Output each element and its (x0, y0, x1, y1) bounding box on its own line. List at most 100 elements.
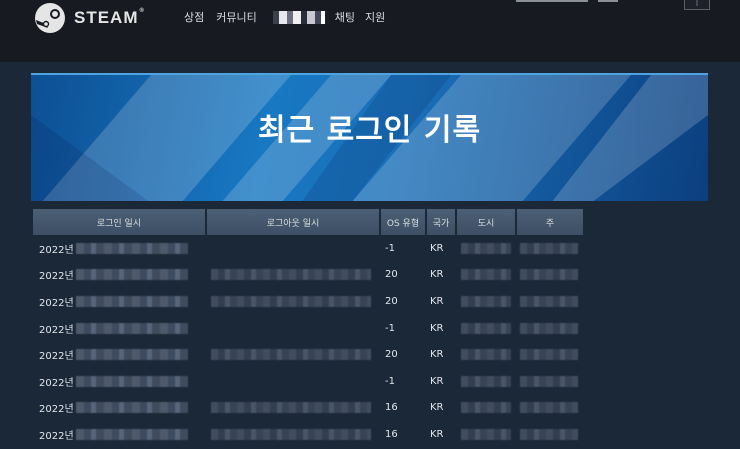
login-year: 2022년 (39, 430, 74, 442)
login-year: 2022년 (39, 297, 74, 309)
cell-os-type: 20 (385, 295, 398, 307)
nav-store[interactable]: 상점 (184, 9, 204, 25)
redacted-state (520, 402, 578, 414)
column-header-country: 국가 (427, 209, 455, 235)
login-history-table: 로그인 일시 로그아웃 일시 OS 유형 국가 도시 주 2022년 -1 KR 20… (33, 209, 585, 448)
redacted-state (520, 242, 578, 254)
cell-city (457, 395, 515, 422)
cell-logout-time (207, 235, 379, 262)
cell-state (517, 235, 583, 262)
cell-logout-time (207, 315, 379, 342)
redacted-city (461, 269, 511, 281)
cell-country: KR (430, 242, 444, 254)
nav-chat[interactable]: 채팅 (335, 9, 355, 25)
cell-login-time: 2022년 (33, 288, 205, 315)
nav-community[interactable]: 커뮤니티 (216, 9, 256, 25)
redacted-state (520, 349, 578, 361)
main-nav: 상점 커뮤니티 채팅 지원 (184, 9, 397, 25)
cell-city (457, 421, 515, 448)
redacted-login-time (75, 349, 188, 361)
redacted-city (461, 322, 511, 334)
page-title: 최근 로그인 기록 (257, 113, 482, 148)
cell-os-type: -1 (385, 375, 395, 387)
table-row: 2022년 16 KR (33, 421, 585, 448)
redacted-city (461, 375, 511, 387)
cell-state (517, 288, 583, 315)
redacted-logout-time (211, 428, 371, 440)
table-row: 2022년 20 KR (33, 288, 585, 315)
redacted-login-time (75, 375, 188, 387)
column-header-state: 주 (517, 209, 583, 235)
table-row: 2022년 -1 KR (33, 235, 585, 262)
redacted-login-time (75, 242, 188, 254)
cell-state (517, 368, 583, 395)
table-row: 2022년 20 KR (33, 262, 585, 289)
redacted-state (520, 375, 578, 387)
cell-state (517, 341, 583, 368)
cell-logout-time (207, 421, 379, 448)
redacted-logout-time (211, 349, 371, 361)
redacted-login-time (75, 322, 188, 334)
login-year: 2022년 (39, 351, 74, 363)
cell-login-time: 2022년 (33, 421, 205, 448)
nav-support[interactable]: 지원 (365, 9, 385, 25)
redacted-city (461, 242, 511, 254)
cell-logout-time (207, 395, 379, 422)
cell-city (457, 288, 515, 315)
cell-login-time: 2022년 (33, 262, 205, 289)
cell-os-type: 20 (385, 269, 398, 281)
cell-state (517, 395, 583, 422)
column-header-city: 도시 (457, 209, 515, 235)
redacted-logout-time (211, 402, 371, 414)
steam-logo-icon (35, 3, 65, 33)
redacted-logout-time (211, 269, 371, 281)
page-banner: 최근 로그인 기록 (31, 73, 708, 201)
cell-country: KR (430, 349, 444, 361)
table-body: 2022년 -1 KR 2022년 20 KR 2022년 20 KR 2022년 -1 KR 2022… (33, 235, 585, 448)
cell-state (517, 262, 583, 289)
steam-wordmark: STEAM® (74, 8, 145, 27)
redacted-logout-time (211, 295, 371, 307)
cell-country: KR (430, 269, 444, 281)
column-header-login: 로그인 일시 (33, 209, 205, 235)
redacted-state (520, 322, 578, 334)
cell-city (457, 315, 515, 342)
cell-os-type: 16 (385, 428, 398, 440)
cell-state (517, 421, 583, 448)
redacted-login-time (75, 428, 188, 440)
redacted-login-time (75, 269, 188, 281)
redacted-state (520, 428, 578, 440)
table-header: 로그인 일시 로그아웃 일시 OS 유형 국가 도시 주 (33, 209, 585, 235)
steam-logo[interactable]: STEAM® (34, 2, 145, 34)
cell-city (457, 341, 515, 368)
account-bar-edge (516, 0, 588, 2)
cell-login-time: 2022년 (33, 395, 205, 422)
login-year: 2022년 (39, 404, 74, 416)
nav-username-redacted[interactable] (272, 10, 329, 24)
cell-os-type: -1 (385, 322, 395, 334)
cell-country: KR (430, 375, 444, 387)
redacted-city (461, 349, 511, 361)
column-header-os: OS 유형 (381, 209, 425, 235)
cell-login-time: 2022년 (33, 235, 205, 262)
table-row: 2022년 20 KR (33, 341, 585, 368)
login-year: 2022년 (39, 271, 74, 283)
redacted-city (461, 295, 511, 307)
cell-country: KR (430, 402, 444, 414)
more-vertical-icon: ⁝ (695, 0, 699, 8)
more-menu-button[interactable]: ⁝ (684, 0, 710, 10)
table-row: 2022년 -1 KR (33, 368, 585, 395)
table-row: 2022년 -1 KR (33, 315, 585, 342)
cell-os-type: -1 (385, 242, 395, 254)
account-bar-edge-2 (598, 0, 618, 2)
cell-city (457, 262, 515, 289)
cell-logout-time (207, 288, 379, 315)
cell-os-type: 16 (385, 402, 398, 414)
cell-login-time: 2022년 (33, 315, 205, 342)
cell-country: KR (430, 295, 444, 307)
column-header-logout: 로그아웃 일시 (207, 209, 379, 235)
cell-logout-time (207, 341, 379, 368)
redacted-city (461, 402, 511, 414)
cell-logout-time (207, 262, 379, 289)
cell-login-time: 2022년 (33, 368, 205, 395)
